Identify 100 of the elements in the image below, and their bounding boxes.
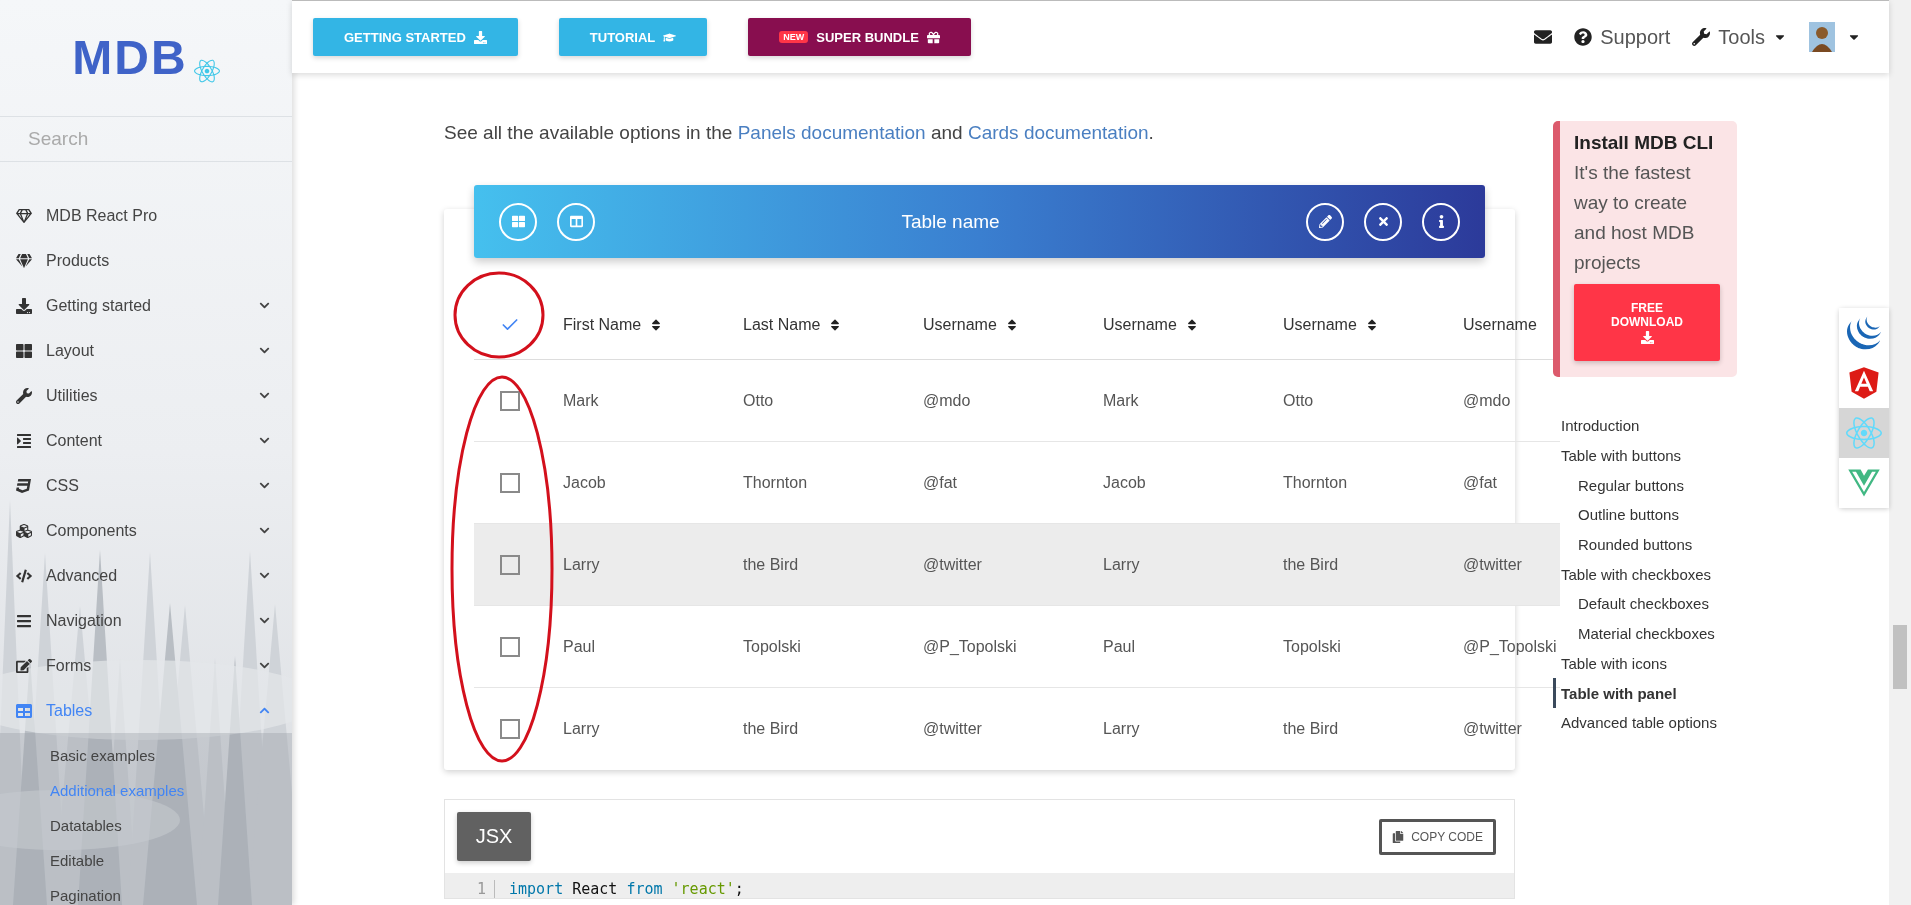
waves-icon [1847,316,1881,350]
download-icon [16,297,32,314]
logo[interactable]: MDB [72,34,188,82]
framework-tab[interactable] [1839,308,1889,358]
mail-icon[interactable] [1534,28,1553,46]
column-header[interactable]: Username [1463,315,1537,334]
columns-button[interactable] [557,202,595,241]
sidebar-item[interactable]: Products [0,238,292,283]
line-number: 1 [465,880,495,898]
wrench-icon [1692,28,1711,46]
table-cell: @fat [923,473,958,492]
table-cell: Jacob [563,473,606,492]
table-cell: Topolski [1283,637,1341,656]
table-cell: Otto [1283,391,1314,410]
table-cell: Thornton [1283,473,1348,492]
css-icon [16,477,32,494]
copy-icon [1392,830,1405,843]
framework-tab[interactable] [1839,358,1889,408]
table-row[interactable]: Mark Otto @mdo Mark Otto @mdo [474,360,1560,442]
row-checkbox[interactable] [499,472,520,493]
language-tab[interactable]: JSX [457,812,531,861]
columns-icon [569,215,583,228]
submenu-item[interactable]: Pagination [0,878,292,905]
submenu-item[interactable]: Datatables [0,808,292,843]
sidebar-item[interactable]: Forms [0,643,292,688]
docs-link[interactable]: Panels documentation [737,122,926,143]
column-header[interactable]: Last Name [743,315,843,334]
edit-icon [16,657,32,674]
row-checkbox[interactable] [499,636,520,657]
table-cell: Larry [563,555,600,574]
grid-button[interactable] [499,202,537,241]
table-cell: @twitter [923,720,982,738]
table-cell: @fat [1463,473,1498,492]
code-line: import React from 'react'; [508,880,744,898]
table-cell: @P_Topolski [923,637,1017,656]
column-header[interactable]: Username [1103,315,1199,334]
sidebar-item[interactable]: CSS [0,463,292,508]
download-icon [1640,331,1654,344]
table-cell: @twitter [1463,555,1522,574]
close-button[interactable] [1364,202,1402,241]
menu-icon [16,612,32,629]
download-button[interactable]: FREE DOWNLOAD [1574,284,1720,361]
sidebar-item[interactable]: Content [0,418,292,463]
table-row[interactable]: Larry the Bird @twitter Larry the Bird @twitter [474,524,1560,606]
row-checkbox[interactable] [499,719,520,739]
docs-link[interactable]: Cards documentation [967,122,1149,143]
table-cell: the Bird [1283,555,1339,574]
help-icon [1574,28,1593,46]
submenu-item[interactable]: Editable [0,843,292,878]
sidebar-item[interactable]: Getting started [0,283,292,328]
table-cell: @P_Topolski [1463,637,1557,656]
nav-button[interactable]: NEW SUPER BUNDLE [748,18,971,56]
framework-tab[interactable] [1839,458,1889,508]
table-cell: Otto [743,391,774,410]
sidebar-item[interactable]: Advanced [0,553,292,598]
grid-icon [511,215,525,228]
intro-text: See all the available options in the Panels documentation and Cards documentation. [444,121,1155,145]
code-icon [16,567,32,584]
sidebar-item[interactable]: Layout [0,328,292,373]
column-header[interactable]: First Name [563,315,664,334]
row-checkbox[interactable] [499,390,520,411]
submenu-item[interactable]: Basic examples [0,738,292,773]
scrollbar-thumb[interactable] [1893,625,1907,689]
gift-icon [926,30,940,44]
column-header[interactable]: Username [1283,315,1379,334]
table-cell: Mark [1103,391,1139,410]
toc-link[interactable]: Table with panel [1553,678,1753,708]
table-cell: Thornton [743,473,808,492]
table-cell: Paul [563,637,596,656]
row-checkbox[interactable] [499,554,520,575]
edit-button[interactable] [1306,202,1344,241]
sidebar-item[interactable]: MDB React Pro [0,193,292,238]
new-badge: NEW [779,31,809,43]
table-cell: @mdo [923,391,971,410]
shield-icon [1846,365,1882,401]
scrollbar[interactable] [1889,0,1911,905]
tools-menu[interactable]: Tools [1692,25,1787,49]
table-cell: Mark [563,391,599,410]
search-field[interactable]: Search [0,116,292,162]
copy-code-button[interactable]: COPY CODE [1379,818,1496,855]
table-row[interactable]: Paul Topolski @P_Topolski Paul Topolski @P_Topolski [474,606,1560,688]
table-cell: Topolski [743,637,801,656]
table-cell: the Bird [743,555,799,574]
table-cell: Larry [563,720,600,738]
info-button[interactable] [1422,202,1460,241]
table-cell: Jacob [1103,473,1146,492]
close-icon [1376,215,1390,228]
atom-icon [1846,415,1882,451]
table-cell: the Bird [1283,720,1339,738]
gem-icon [16,252,32,269]
promo-text: It's the fastest way to create and host MDB projects [1574,161,1696,275]
support-link[interactable]: Support [1574,25,1671,49]
sidebar-item[interactable]: Utilities [0,373,292,418]
sidebar-item[interactable]: Navigation [0,598,292,643]
atom-icon [193,58,220,84]
sidebar-item[interactable]: Components [0,508,292,553]
column-header[interactable]: Username [923,315,1019,334]
avatar[interactable] [1809,22,1835,52]
table-cell: @twitter [923,555,982,574]
table-cell: Larry [1103,720,1140,738]
